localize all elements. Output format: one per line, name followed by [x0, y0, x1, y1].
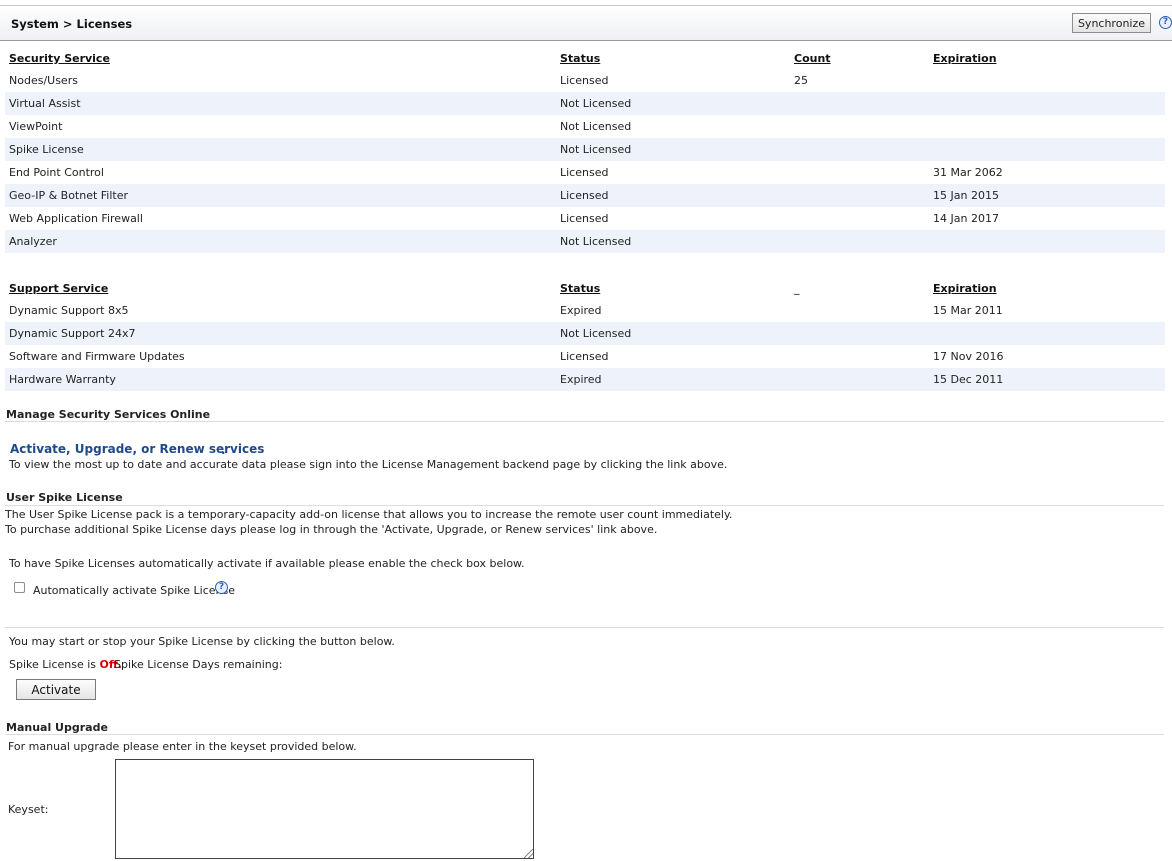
service-status: Licensed: [560, 74, 609, 87]
service-name: Nodes/Users: [9, 74, 78, 87]
page-header: System > Licenses Synchronize ?: [0, 6, 1172, 41]
table-row: Hardware Warranty Expired 15 Dec 2011: [5, 368, 1165, 391]
spike-section-title: User Spike License: [6, 491, 123, 504]
service-expiration: 31 Mar 2062: [933, 166, 1003, 179]
manual-upgrade-title: Manual Upgrade: [6, 721, 108, 734]
table-row: Geo-IP & Botnet Filter Licensed 15 Jan 2…: [5, 184, 1165, 207]
manual-upgrade-description: For manual upgrade please enter in the k…: [8, 740, 357, 753]
help-icon[interactable]: ?: [1159, 16, 1172, 29]
table-row: ViewPoint Not Licensed: [5, 115, 1165, 138]
table-header: Security Service Status Count Expiration: [5, 46, 1165, 69]
service-name: Dynamic Support 24x7: [9, 327, 136, 340]
service-name: Hardware Warranty: [9, 373, 116, 386]
keyset-label: Keyset:: [8, 803, 49, 816]
service-name: Virtual Assist: [9, 97, 81, 110]
activate-button[interactable]: Activate: [16, 679, 96, 700]
service-name: Spike License: [9, 143, 84, 156]
column-header-blank: _: [794, 282, 800, 295]
section-divider: [5, 734, 1164, 735]
service-count: 25: [794, 74, 808, 87]
service-status: Licensed: [560, 166, 609, 179]
manage-section-title: Manage Security Services Online: [6, 408, 211, 421]
table-header: Support Service Status _ Expiration: [5, 276, 1165, 299]
column-header-status[interactable]: Status: [560, 282, 600, 295]
service-status: Expired: [560, 304, 602, 317]
service-expiration: 15 Jan 2015: [933, 189, 999, 202]
service-status: Licensed: [560, 212, 609, 225]
manage-description: To view the most up to date and accurate…: [9, 458, 728, 471]
service-name: ViewPoint: [9, 120, 63, 133]
auto-activate-spike-checkbox[interactable]: [14, 582, 25, 593]
synchronize-button[interactable]: Synchronize: [1072, 13, 1151, 33]
spike-auto-instruction: To have Spike Licenses automatically act…: [9, 557, 525, 570]
service-status: Not Licensed: [560, 120, 632, 133]
column-header-expiration[interactable]: Expiration: [933, 282, 997, 295]
column-header-count[interactable]: Count: [794, 52, 831, 65]
service-expiration: 14 Jan 2017: [933, 212, 999, 225]
table-row: End Point Control Licensed 31 Mar 2062: [5, 161, 1165, 184]
security-services-table: Security Service Status Count Expiration…: [5, 46, 1165, 253]
activate-upgrade-renew-link[interactable]: Activate, Upgrade, or Renew services: [10, 442, 264, 456]
support-services-table: Support Service Status _ Expiration Dyna…: [5, 276, 1165, 391]
table-row: Spike License Not Licensed: [5, 138, 1165, 161]
service-status: Licensed: [560, 350, 609, 363]
table-row: Nodes/Users Licensed 25: [5, 69, 1165, 92]
service-status: Not Licensed: [560, 143, 632, 156]
spike-description-line1: The User Spike License pack is a tempora…: [5, 508, 733, 521]
table-row: Software and Firmware Updates Licensed 1…: [5, 345, 1165, 368]
keyset-textarea[interactable]: [115, 759, 534, 859]
section-divider: [5, 421, 1164, 422]
spike-status-line: Spike License is Off.: [9, 658, 122, 671]
table-row: Analyzer Not Licensed: [5, 230, 1165, 253]
table-row: Dynamic Support 8x5 Expired 15 Mar 2011: [5, 299, 1165, 322]
service-name: Software and Firmware Updates: [9, 350, 185, 363]
column-header-security-service[interactable]: Security Service: [9, 52, 110, 65]
spike-days-remaining-label: Spike License Days remaining:: [114, 658, 283, 671]
section-divider: [5, 505, 1164, 506]
service-name: End Point Control: [9, 166, 104, 179]
section-divider: [5, 627, 1164, 628]
service-name: Web Application Firewall: [9, 212, 143, 225]
breadcrumb: System > Licenses: [11, 17, 133, 31]
service-name: Analyzer: [9, 235, 57, 248]
spike-start-stop-text: You may start or stop your Spike License…: [9, 635, 395, 648]
service-status: Not Licensed: [560, 97, 632, 110]
spike-status-prefix: Spike License is: [9, 658, 100, 671]
column-header-expiration[interactable]: Expiration: [933, 52, 997, 65]
auto-activate-spike-label[interactable]: Automatically activate Spike License: [33, 584, 235, 597]
service-expiration: 15 Mar 2011: [933, 304, 1003, 317]
service-status: Licensed: [560, 189, 609, 202]
help-icon[interactable]: ?: [215, 581, 228, 594]
service-status: Expired: [560, 373, 602, 386]
service-name: Dynamic Support 8x5: [9, 304, 129, 317]
column-header-support-service[interactable]: Support Service: [9, 282, 108, 295]
textarea-resize-handle[interactable]: [524, 849, 533, 858]
service-status: Not Licensed: [560, 327, 632, 340]
table-row: Virtual Assist Not Licensed: [5, 92, 1165, 115]
link-suffix: .: [221, 443, 226, 457]
service-name: Geo-IP & Botnet Filter: [9, 189, 129, 202]
service-status: Not Licensed: [560, 235, 632, 248]
table-row: Dynamic Support 24x7 Not Licensed: [5, 322, 1165, 345]
service-expiration: 17 Nov 2016: [933, 350, 1004, 363]
service-expiration: 15 Dec 2011: [933, 373, 1004, 386]
table-row: Web Application Firewall Licensed 14 Jan…: [5, 207, 1165, 230]
spike-description-line2: To purchase additional Spike License day…: [5, 523, 658, 536]
column-header-status[interactable]: Status: [560, 52, 600, 65]
